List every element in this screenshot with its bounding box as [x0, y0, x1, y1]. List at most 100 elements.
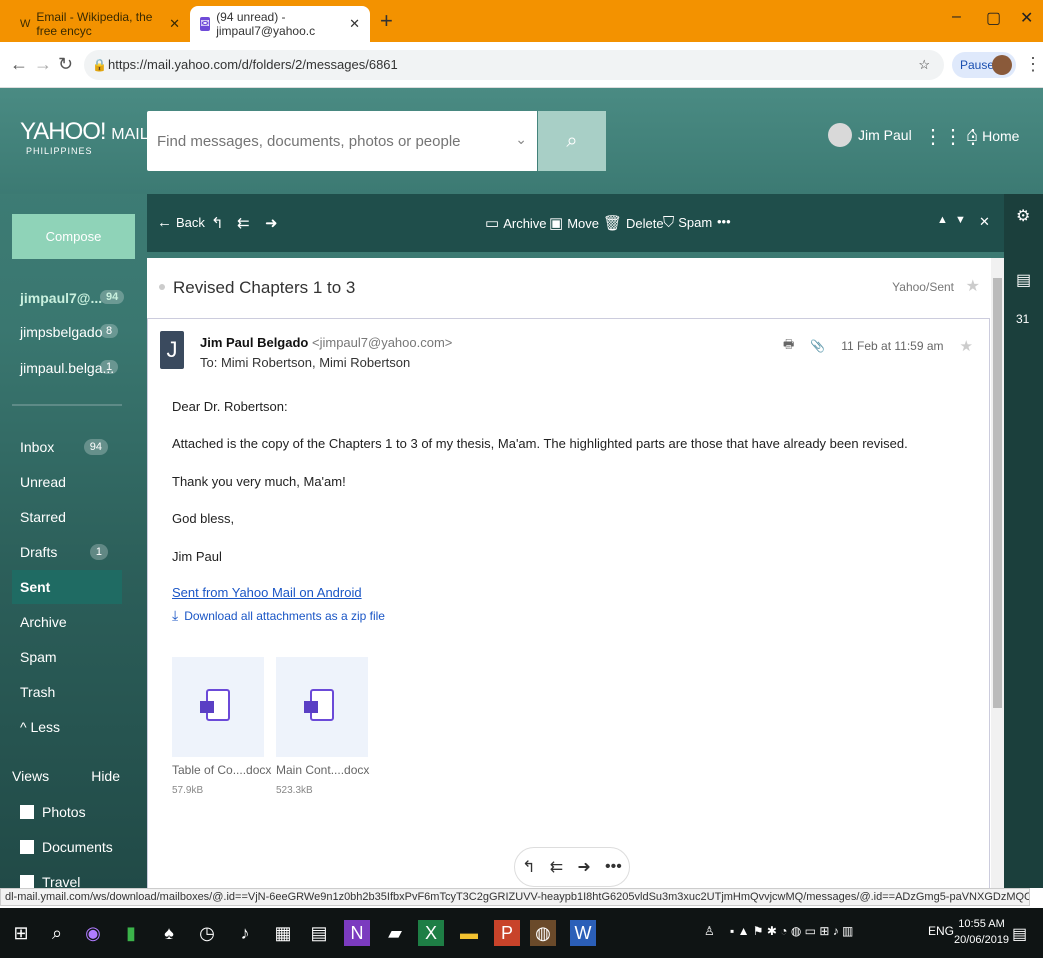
star-icon[interactable]: ★ [960, 337, 973, 355]
view-documents[interactable]: Documents [20, 839, 113, 855]
ellipsis-icon[interactable]: ••• [605, 858, 622, 876]
message-card: J Jim Paul Belgado <jimpaul7@yahoo.com> … [147, 318, 990, 888]
folder-spam[interactable]: Spam [12, 640, 122, 674]
calendar-icon[interactable]: 31 [1016, 312, 1029, 326]
gear-icon[interactable]: ⚙ [1016, 206, 1030, 226]
close-icon[interactable]: ✕ [349, 16, 360, 32]
yahoo-mail-app: YAHOO! MAIL PHILIPPINES ⌄ ⌕ Jim Paul ⋮⋮⋮… [0, 88, 1043, 888]
clock[interactable]: 10:55 AM 20/06/2019 [954, 916, 1009, 948]
file-explorer-icon[interactable]: ▬ [456, 920, 482, 946]
minimize-button[interactable]: – [952, 8, 961, 26]
spam-button[interactable]: ⛉ Spam [663, 214, 712, 231]
attachment-thumbnail[interactable] [276, 657, 368, 757]
folder-sent[interactable]: Sent [12, 570, 122, 604]
view-travel[interactable]: Travel [20, 874, 80, 888]
sender[interactable]: Jim Paul Belgado <jimpaul7@yahoo.com> [200, 335, 452, 350]
folder-starred[interactable]: Starred [12, 500, 122, 534]
chevron-down-icon[interactable]: ⌄ [515, 131, 527, 148]
star-icon[interactable]: ☆ [918, 50, 930, 80]
attachment-name[interactable]: Main Cont....docx [276, 763, 369, 777]
close-icon[interactable]: ✕ [169, 16, 180, 32]
close-message-button[interactable]: ✕ [979, 214, 990, 230]
reply-icon: ↰ [211, 215, 224, 232]
account-item[interactable]: jimpaul.belga... 1 [20, 360, 119, 376]
search-box: ⌄ [147, 111, 537, 171]
folder-drafts[interactable]: Drafts 1 [12, 535, 122, 569]
yahoo-logo[interactable]: YAHOO! MAIL PHILIPPINES [20, 118, 149, 156]
user-menu[interactable]: Jim Paul [828, 123, 912, 147]
scrollbar[interactable] [991, 258, 1004, 888]
notifications-icon[interactable]: ▤ [1012, 924, 1027, 944]
folder-archive[interactable]: Archive [12, 605, 122, 639]
word-icon[interactable]: W [570, 920, 596, 946]
folder-unread[interactable]: Unread [12, 465, 122, 499]
account-item[interactable]: jimpsbelgado 8 [20, 324, 119, 340]
menu-icon[interactable]: ⋮ [1024, 54, 1042, 75]
less-toggle[interactable]: ^ Less [12, 710, 122, 744]
download-all-link[interactable]: ⤓ Download all attachments as a zip file [172, 607, 385, 624]
user-name: Jim Paul [858, 127, 912, 143]
attachment-thumbnail[interactable] [172, 657, 264, 757]
profile-paused-button[interactable]: Paused [952, 52, 1016, 78]
tab-wikipedia[interactable]: W Email - Wikipedia, the free encyc ✕ [10, 6, 190, 42]
excel-icon[interactable]: X [418, 920, 444, 946]
search-input[interactable] [147, 111, 487, 171]
folder-inbox[interactable]: Inbox 94 [12, 430, 122, 464]
scrollbar-thumb[interactable] [993, 278, 1002, 708]
reply-all-button[interactable]: ⇇ [237, 214, 254, 232]
powerpoint-icon[interactable]: P [494, 920, 520, 946]
search-icon[interactable]: ⌕ [44, 920, 70, 946]
cortana-icon[interactable]: ◉ [80, 920, 106, 946]
app-icon[interactable]: ♠ [156, 920, 182, 946]
account-item[interactable]: jimpaul7@... 94 [20, 290, 125, 306]
chrome-icon[interactable]: ◍ [530, 920, 556, 946]
attachment-size: 57.9kB [172, 785, 204, 796]
folder-trash[interactable]: Trash [12, 675, 122, 709]
alarm-icon[interactable]: ◷ [194, 920, 220, 946]
next-message-button[interactable]: ▼ [955, 214, 966, 226]
tab-yahoo-mail[interactable]: ✉ (94 unread) - jimpaul7@yahoo.c ✕ [190, 6, 370, 42]
signature-link[interactable]: Sent from Yahoo Mail on Android [172, 585, 362, 600]
move-button[interactable]: ▣ Move [549, 214, 599, 232]
windows-start-icon[interactable]: ⊞ [8, 920, 34, 946]
onenote-icon[interactable]: N [344, 920, 370, 946]
body-line: Attached is the copy of the Chapters 1 t… [172, 436, 908, 451]
calculator-icon[interactable]: ▤ [306, 920, 332, 946]
previous-message-button[interactable]: ▲ [937, 214, 948, 226]
people-icon[interactable]: ♙ [704, 924, 715, 938]
avatar [828, 123, 852, 147]
maximize-button[interactable]: ▢ [986, 8, 1001, 28]
close-window-button[interactable]: ✕ [1020, 8, 1033, 28]
reply-all-icon[interactable]: ⇇ [550, 857, 563, 877]
divider [12, 404, 122, 406]
reload-icon[interactable]: ↻ [58, 54, 73, 75]
tab-label: (94 unread) - jimpaul7@yahoo.c [216, 10, 316, 38]
compose-button[interactable]: Compose [12, 214, 135, 259]
search-button[interactable]: ⌕ [538, 111, 606, 171]
forward-button[interactable]: ➜ [265, 214, 282, 232]
delete-button[interactable]: 🗑 Delete [603, 214, 664, 232]
forward-icon[interactable]: ➜ [577, 857, 590, 877]
app-icon[interactable]: ▰ [382, 920, 408, 946]
reply-icon[interactable]: ↰ [522, 857, 535, 877]
contacts-icon[interactable]: ▤ [1016, 270, 1031, 290]
tray-icons[interactable]: ▪ ▲ ⚑ ✱ ◔ ◍ ▭ ⊞ ♪ ▥ [730, 924, 853, 938]
attachment-name[interactable]: Table of Co....docx [172, 763, 271, 777]
reply-button[interactable]: ↰ [211, 214, 228, 232]
url-field[interactable]: 🔒 https://mail.yahoo.com/d/folders/2/mes… [84, 50, 944, 80]
calendar-icon[interactable]: ▦ [270, 920, 296, 946]
more-actions-button[interactable]: ••• [717, 214, 731, 229]
home-button[interactable]: ⌂ Home [966, 124, 1019, 147]
language-indicator[interactable]: ENG [928, 924, 954, 938]
app-icon[interactable]: ▮ [118, 920, 144, 946]
printer-icon[interactable]: 🖶 [783, 335, 794, 356]
back-arrow-icon[interactable]: ← [10, 54, 28, 75]
app-icon[interactable]: ♪ [232, 920, 258, 946]
star-icon[interactable]: ★ [966, 276, 980, 296]
hide-views-button[interactable]: Hide [91, 768, 120, 784]
archive-button[interactable]: ▭ Archive [485, 214, 547, 232]
new-tab-button[interactable]: + [380, 8, 393, 34]
view-photos[interactable]: Photos [20, 804, 86, 820]
forward-arrow-icon[interactable]: → [34, 54, 52, 75]
back-button[interactable]: ← Back [157, 214, 205, 231]
